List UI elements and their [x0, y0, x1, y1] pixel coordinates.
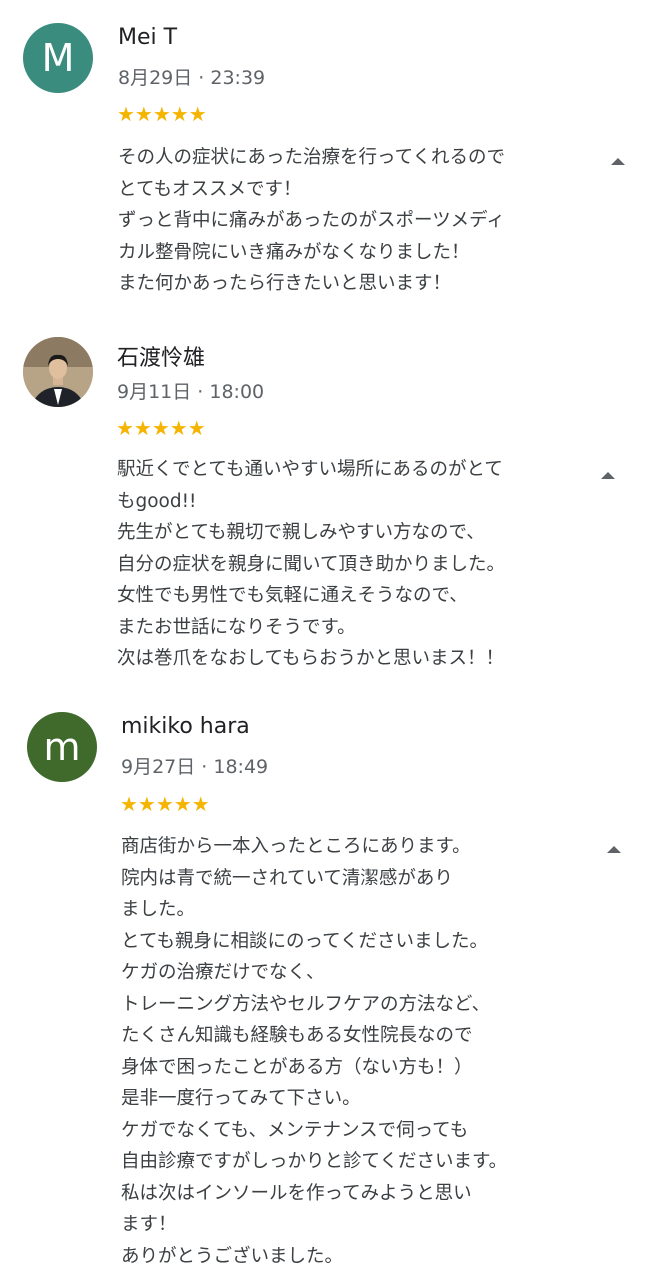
review-text-line: 院内は青で統一されていて清潔感があり: [121, 867, 453, 889]
review-text-line: カル整骨院にいき痛みがなくなりました！: [118, 241, 470, 263]
review-date: 9月11日 · 18:00: [117, 381, 265, 403]
star-rating: ★★★★★: [120, 792, 210, 816]
avatar[interactable]: [23, 337, 93, 407]
review-text-line: とてもオススメです！: [118, 178, 302, 200]
avatar[interactable]: M: [23, 23, 93, 93]
collapse-caret-icon[interactable]: [607, 846, 621, 853]
reviewer-name[interactable]: 石渡怜雄: [117, 340, 205, 372]
review-text-line: 次は巻爪をなおしてもらおうかと思いまス！！: [117, 648, 505, 669]
review-text: 駅近くでとても通いやすい場所にあるのがとて もgood!! 先生がとても親切で親…: [117, 454, 505, 675]
avatar-letter: m: [43, 725, 81, 769]
review-text-line: また何かあったら行きたいと思います！: [118, 273, 452, 294]
review-text-line: またお世話になりそうです。: [117, 616, 356, 638]
review-text-line: ます！: [121, 1214, 177, 1235]
review-date: 8月29日 · 23:39: [118, 67, 266, 89]
review-text-line: ありがとうございました。: [121, 1245, 344, 1267]
review-text-line: たくさん知識も経験もある女性院長なので: [121, 1025, 473, 1046]
review-text: 商店街から一本入ったところにあります。 院内は青で統一されていて清潔感があり ま…: [121, 831, 507, 1272]
profile-photo-icon: [23, 337, 93, 407]
review-text: その人の症状にあった治療を行ってくれるので とてもオススメです！ ずっと背中に痛…: [118, 142, 505, 300]
review-text-line: もgood!!: [117, 490, 197, 512]
review-text-line: 身体で困ったことがある方（ない方も！）: [121, 1056, 473, 1078]
review-text-line: ケガでなくても、メンテナンスで伺っても: [121, 1119, 469, 1141]
review-text-line: 女性でも男性でも気軽に通えそうなので、: [117, 585, 468, 606]
review-text-line: 駅近くでとても通いやすい場所にあるのがとて: [117, 459, 503, 480]
review-date: 9月27日 · 18:49: [121, 756, 269, 778]
avatar-letter: M: [41, 36, 75, 80]
review-text-line: ずっと背中に痛みがあったのがスポーツメディ: [118, 210, 505, 231]
collapse-caret-icon[interactable]: [601, 472, 615, 479]
review-text-line: ました。: [121, 899, 196, 920]
avatar[interactable]: m: [27, 712, 97, 782]
reviewer-name[interactable]: mikiko hara: [121, 714, 250, 739]
review-text-line: 私は次はインソールを作ってみようと思い: [121, 1182, 472, 1204]
reviewer-name[interactable]: Mei T: [118, 25, 177, 50]
review-text-line: 商店街から一本入ったところにあります。: [121, 836, 471, 857]
collapse-caret-icon[interactable]: [611, 158, 625, 165]
review-text-line: とても親身に相談にのってくださいました。: [121, 930, 489, 952]
star-rating: ★★★★★: [116, 416, 206, 440]
review-text-line: 先生がとても親切で親しみやすい方なので、: [117, 522, 485, 543]
review-text-line: その人の症状にあった治療を行ってくれるので: [118, 147, 506, 168]
star-rating: ★★★★★: [117, 102, 207, 126]
review-text-line: 自分の症状を親身に聞いて頂き助かりました。: [117, 553, 505, 575]
review-text-line: 是非一度行ってみて下さい。: [121, 1088, 361, 1109]
review-text-line: トレーニング方法やセルフケアの方法など、: [121, 993, 491, 1015]
review-text-line: 自由診療ですがしっかりと診てくださいます。: [121, 1151, 508, 1172]
review-text-line: ケガの治療だけでなく、: [121, 962, 325, 983]
